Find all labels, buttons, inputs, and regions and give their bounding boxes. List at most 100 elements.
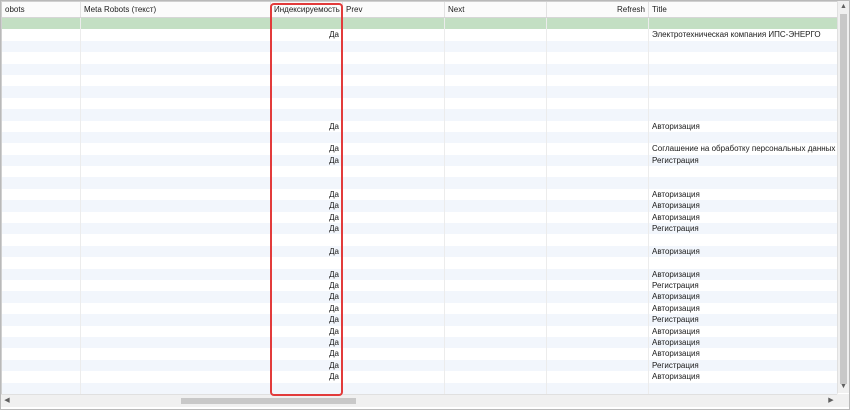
- table-cell: [343, 200, 445, 212]
- vertical-scroll-thumb[interactable]: [840, 14, 847, 384]
- title-cell: Регистрация: [649, 314, 838, 326]
- table-row[interactable]: [2, 257, 838, 269]
- table-cell: [81, 120, 271, 132]
- horizontal-scrollbar[interactable]: ◀ ▶: [1, 394, 837, 407]
- vertical-scrollbar[interactable]: ▲ ▼: [837, 1, 849, 393]
- table-cell: [81, 223, 271, 235]
- table-cell: [81, 52, 271, 64]
- table-cell: [445, 18, 547, 30]
- table-cell: [547, 120, 649, 132]
- table-cell: [445, 223, 547, 235]
- table-row[interactable]: Да Авторизация: [2, 325, 838, 337]
- table-cell: [547, 302, 649, 315]
- horizontal-scroll-thumb[interactable]: [181, 398, 356, 404]
- column-header-meta-robots-text[interactable]: Meta Robots (текст): [81, 2, 271, 17]
- table-row[interactable]: [2, 382, 838, 394]
- indexability-cell: Да: [271, 120, 343, 132]
- table-row[interactable]: [2, 109, 838, 121]
- table-cell: [2, 279, 81, 292]
- table-cell: [2, 52, 81, 64]
- table-row[interactable]: [2, 86, 838, 98]
- table-cell: [445, 109, 547, 121]
- table-row[interactable]: [2, 74, 838, 87]
- indexability-cell: Да: [271, 314, 343, 326]
- scroll-left-arrow-icon[interactable]: ◀: [1, 395, 13, 407]
- table-cell: [81, 74, 271, 87]
- table-row[interactable]: [2, 97, 838, 110]
- table-cell: [547, 86, 649, 98]
- table-row[interactable]: [2, 177, 838, 189]
- table-row[interactable]: Да Регистрация: [2, 314, 838, 326]
- title-cell: Авторизация: [649, 336, 838, 349]
- table-row[interactable]: [2, 52, 838, 64]
- title-cell: Регистрация: [649, 223, 838, 235]
- table-row[interactable]: Да Авторизация: [2, 268, 838, 280]
- table-row[interactable]: [2, 18, 838, 30]
- grid-body: Да Электротехническая компания ИПС-ЭНЕРГО…: [2, 18, 838, 394]
- table-row[interactable]: Да Авторизация: [2, 348, 838, 360]
- table-row[interactable]: [2, 131, 838, 144]
- table-row[interactable]: Да Электротехническая компания ИПС-ЭНЕРГО: [2, 29, 838, 41]
- table-cell: [81, 109, 271, 121]
- scroll-down-arrow-icon[interactable]: ▼: [838, 381, 849, 393]
- table-row[interactable]: Да Авторизация: [2, 336, 838, 349]
- table-cell: [547, 97, 649, 110]
- indexability-cell: [271, 109, 343, 121]
- table-row[interactable]: [2, 166, 838, 178]
- table-cell: [343, 166, 445, 178]
- table-cell: [81, 211, 271, 224]
- table-row[interactable]: Да Авторизация: [2, 302, 838, 315]
- column-header-prev[interactable]: Prev: [343, 2, 445, 17]
- table-row[interactable]: Да Авторизация: [2, 291, 838, 303]
- table-cell: [2, 86, 81, 98]
- table-row[interactable]: Да Регистрация: [2, 154, 838, 167]
- table-row[interactable]: Да Регистрация: [2, 279, 838, 292]
- table-row[interactable]: Да Авторизация: [2, 245, 838, 258]
- table-cell: [81, 314, 271, 326]
- indexability-cell: [271, 74, 343, 87]
- table-row[interactable]: Да Авторизация: [2, 371, 838, 383]
- table-cell: [343, 302, 445, 315]
- table-cell: [343, 177, 445, 189]
- table-row[interactable]: Да Авторизация: [2, 211, 838, 224]
- table-cell: [343, 40, 445, 53]
- table-row[interactable]: Да Авторизация: [2, 188, 838, 201]
- data-grid[interactable]: obots Meta Robots (текст) Индексируемост…: [1, 1, 838, 394]
- table-row[interactable]: Да Регистрация: [2, 223, 838, 235]
- table-cell: [81, 40, 271, 53]
- table-row[interactable]: Да Соглашение на обработку персональных д…: [2, 143, 838, 155]
- indexability-cell: Да: [271, 200, 343, 212]
- column-header-indexability[interactable]: Индексируемость: [271, 2, 343, 17]
- table-cell: [547, 200, 649, 212]
- table-cell: [2, 382, 81, 394]
- table-cell: [81, 29, 271, 41]
- indexability-cell: Да: [271, 325, 343, 337]
- table-cell: [445, 74, 547, 87]
- scroll-up-arrow-icon[interactable]: ▲: [838, 1, 849, 13]
- table-row[interactable]: [2, 40, 838, 53]
- table-cell: [81, 63, 271, 75]
- column-header-next[interactable]: Next: [445, 2, 547, 17]
- scroll-right-arrow-icon[interactable]: ▶: [825, 395, 837, 407]
- title-cell: [649, 109, 838, 121]
- table-cell: [445, 257, 547, 269]
- table-row[interactable]: Да Авторизация: [2, 200, 838, 212]
- table-cell: [343, 188, 445, 201]
- indexability-cell: [271, 382, 343, 394]
- table-cell: [81, 188, 271, 201]
- table-row[interactable]: Да Регистрация: [2, 359, 838, 372]
- table-cell: [547, 143, 649, 155]
- table-row[interactable]: Да Авторизация: [2, 120, 838, 132]
- column-header-refresh[interactable]: Refresh: [547, 2, 649, 17]
- table-cell: [547, 52, 649, 64]
- title-cell: Авторизация: [649, 291, 838, 303]
- column-header-meta-robots[interactable]: obots: [2, 2, 81, 17]
- table-row[interactable]: [2, 63, 838, 75]
- indexability-cell: [271, 63, 343, 75]
- title-cell: Авторизация: [649, 200, 838, 212]
- table-cell: [547, 40, 649, 53]
- table-row[interactable]: [2, 234, 838, 246]
- table-cell: [547, 348, 649, 360]
- title-cell: Соглашение на обработку персональных дан…: [649, 143, 838, 155]
- column-header-title[interactable]: Title: [649, 2, 838, 17]
